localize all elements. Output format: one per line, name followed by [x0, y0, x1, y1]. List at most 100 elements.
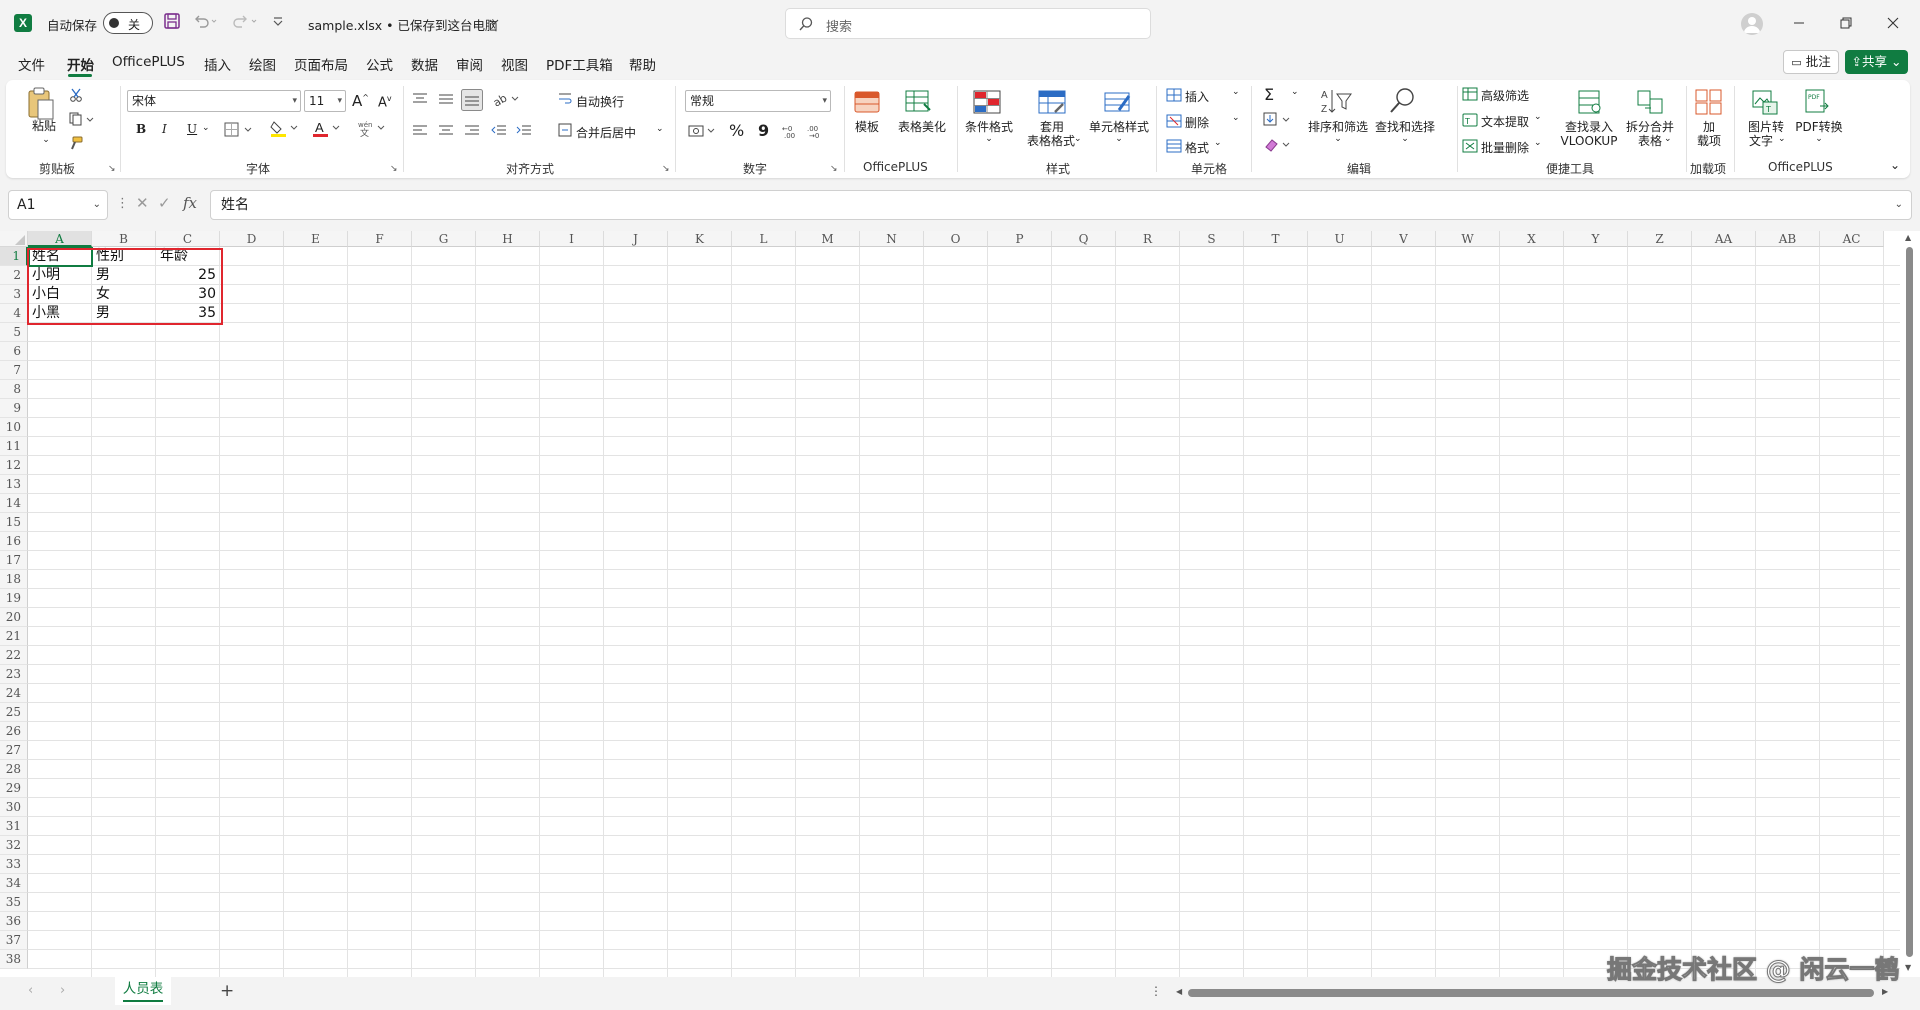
column-header[interactable]: P	[988, 231, 1052, 247]
table-beautify-button[interactable]: 表格美化	[894, 120, 950, 134]
column-header[interactable]: N	[860, 231, 924, 247]
row-header[interactable]: 27	[0, 741, 28, 760]
increase-indent-icon[interactable]	[516, 124, 532, 138]
column-header[interactable]: M	[796, 231, 860, 247]
row-header[interactable]: 18	[0, 570, 28, 589]
text-extract-button[interactable]: 文本提取	[1481, 113, 1529, 130]
text-extract-dropdown-icon[interactable]: ⌄	[1534, 112, 1542, 122]
merge-center-icon[interactable]	[558, 123, 572, 137]
find-select-dropdown-icon[interactable]: ⌄	[1374, 132, 1436, 146]
column-header[interactable]: I	[540, 231, 604, 247]
column-header[interactable]: S	[1180, 231, 1244, 247]
fill-color-icon[interactable]	[270, 120, 300, 138]
row-header[interactable]: 24	[0, 684, 28, 703]
tab-page-layout[interactable]: 页面布局	[294, 54, 348, 74]
tab-home[interactable]: 开始	[67, 54, 94, 74]
table-beautify-icon[interactable]	[904, 88, 932, 116]
row-header[interactable]: 36	[0, 912, 28, 931]
borders-icon[interactable]	[224, 122, 254, 138]
row-header[interactable]: 2	[0, 266, 28, 285]
collapse-ribbon-icon[interactable]: ⌄	[1890, 158, 1900, 172]
row-header[interactable]: 16	[0, 532, 28, 551]
tab-draw[interactable]: 绘图	[249, 54, 276, 74]
split-merge-line1[interactable]: 拆分合并	[1622, 120, 1678, 134]
addins-line1[interactable]: 加	[1691, 120, 1727, 134]
number-launcher-icon[interactable]: ↘	[830, 164, 838, 174]
column-header[interactable]: F	[348, 231, 412, 247]
row-header[interactable]: 13	[0, 475, 28, 494]
row-header[interactable]: 8	[0, 380, 28, 399]
format-painter-icon[interactable]	[69, 136, 83, 150]
wrap-text-button[interactable]: 自动换行	[576, 93, 624, 110]
conditional-format-dropdown-icon[interactable]: ⌄	[961, 132, 1017, 146]
conditional-format-icon[interactable]	[972, 88, 1002, 116]
delete-dropdown-icon[interactable]: ⌄	[1232, 113, 1240, 123]
paste-icon[interactable]	[26, 86, 56, 122]
scroll-down-icon[interactable]: ▼	[1905, 963, 1911, 972]
tab-formulas[interactable]: 公式	[366, 54, 393, 74]
percent-button[interactable]: %	[729, 121, 744, 140]
column-header[interactable]: Q	[1052, 231, 1116, 247]
row-header[interactable]: 12	[0, 456, 28, 475]
delete-cells-button[interactable]: 删除	[1185, 114, 1209, 131]
next-sheet-icon[interactable]: ›	[60, 983, 65, 998]
clipboard-launcher-icon[interactable]: ↘	[108, 164, 116, 174]
text-extract-icon[interactable]: T	[1462, 113, 1478, 127]
row-header[interactable]: 15	[0, 513, 28, 532]
copy-icon[interactable]	[69, 112, 95, 126]
search-input[interactable]: 搜索	[785, 8, 1151, 39]
format-dropdown-icon[interactable]: ⌄	[1214, 138, 1222, 148]
column-header[interactable]: K	[668, 231, 732, 247]
row-header[interactable]: 11	[0, 437, 28, 456]
batch-delete-button[interactable]: 批量删除	[1481, 139, 1529, 156]
row-header[interactable]: 21	[0, 627, 28, 646]
sort-filter-dropdown-icon[interactable]: ⌄	[1308, 132, 1368, 146]
column-header[interactable]: L	[732, 231, 796, 247]
cancel-icon[interactable]: ✕	[136, 194, 149, 212]
row-header[interactable]: 31	[0, 817, 28, 836]
tab-data[interactable]: 数据	[411, 54, 438, 74]
save-icon[interactable]	[163, 12, 181, 34]
insert-cells-button[interactable]: 插入	[1185, 88, 1209, 105]
split-merge-dropdown-icon[interactable]: ⌄	[1664, 134, 1672, 144]
align-left-icon[interactable]	[412, 124, 428, 138]
sheet-tab[interactable]: 人员表	[115, 977, 171, 1005]
align-bottom-icon[interactable]	[461, 89, 483, 111]
autosum-dropdown-icon[interactable]: ⌄	[1291, 87, 1299, 97]
row-header[interactable]: 19	[0, 589, 28, 608]
vertical-scroll-thumb[interactable]	[1906, 247, 1913, 957]
split-merge-icon[interactable]	[1636, 88, 1664, 116]
column-header[interactable]: V	[1372, 231, 1436, 247]
tab-insert[interactable]: 插入	[204, 54, 231, 74]
row-header[interactable]: 9	[0, 399, 28, 418]
row-header[interactable]: 32	[0, 836, 28, 855]
pdf-convert-icon[interactable]: PDF	[1803, 88, 1831, 116]
row-header[interactable]: 30	[0, 798, 28, 817]
font-size-select[interactable]: 11 ▾	[304, 90, 346, 112]
insert-function-icon[interactable]: fx	[183, 194, 197, 212]
batch-delete-icon[interactable]	[1462, 139, 1478, 153]
autosum-button[interactable]: Σ	[1264, 85, 1274, 104]
cell-grid[interactable]	[28, 247, 1900, 977]
shrink-font-button[interactable]: Av	[378, 94, 392, 110]
scroll-right-icon[interactable]: ▶	[1882, 987, 1888, 996]
row-header[interactable]: 7	[0, 361, 28, 380]
column-header[interactable]: Y	[1564, 231, 1628, 247]
document-title[interactable]: sample.xlsx • 已保存到这台电脑	[308, 15, 498, 34]
comma-style-button[interactable]: 9	[758, 121, 769, 140]
addins-icon[interactable]	[1694, 88, 1724, 116]
tab-help[interactable]: 帮助	[629, 54, 656, 74]
format-cells-icon[interactable]	[1166, 139, 1182, 153]
minimize-button[interactable]	[1779, 8, 1819, 38]
row-header[interactable]: 1	[0, 247, 28, 266]
batch-delete-dropdown-icon[interactable]: ⌄	[1534, 138, 1542, 148]
column-header[interactable]: D	[220, 231, 284, 247]
add-sheet-button[interactable]: +	[220, 981, 234, 1001]
row-header[interactable]: 33	[0, 855, 28, 874]
more-options-icon[interactable]: ⋮	[1150, 984, 1162, 998]
tab-view[interactable]: 视图	[501, 54, 528, 74]
image-to-text-icon[interactable]: T	[1751, 88, 1779, 116]
orientation-icon[interactable]: ab	[492, 92, 522, 106]
row-header[interactable]: 17	[0, 551, 28, 570]
row-header[interactable]: 20	[0, 608, 28, 627]
